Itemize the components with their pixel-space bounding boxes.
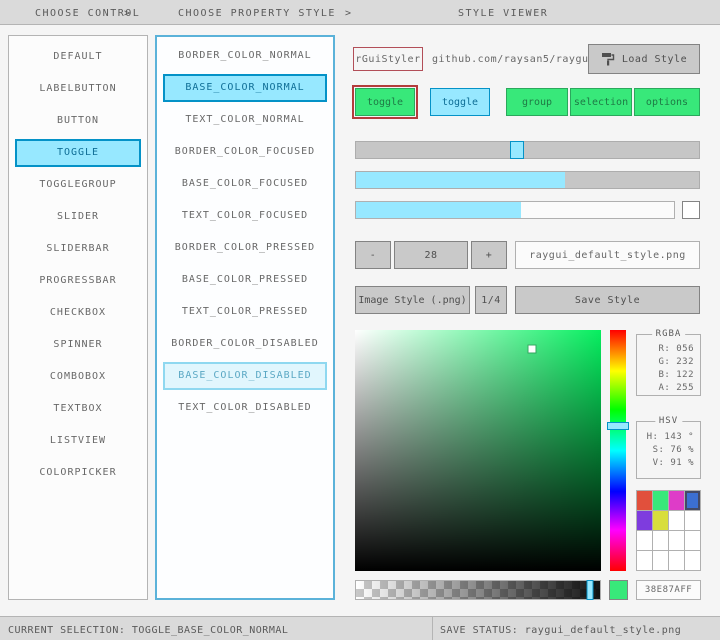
header-bar: CHOOSE CONTROL > CHOOSE PROPERTY STYLE >… xyxy=(0,0,720,25)
color-swatch-selected[interactable] xyxy=(685,491,700,510)
save-style-button[interactable]: Save Style xyxy=(515,286,700,314)
color-swatch[interactable] xyxy=(685,511,700,530)
color-swatch[interactable] xyxy=(685,551,700,570)
toggle-group-item-options[interactable]: options xyxy=(634,88,700,116)
load-style-button[interactable]: Load Style xyxy=(588,44,700,74)
properties-list: BORDER_COLOR_NORMAL BASE_COLOR_NORMAL TE… xyxy=(155,35,335,600)
selected-color-chip xyxy=(609,580,628,600)
color-swatch[interactable] xyxy=(653,531,668,550)
alpha-bar[interactable] xyxy=(355,580,601,600)
property-item-border-color-disabled[interactable]: BORDER_COLOR_DISABLED xyxy=(163,330,327,358)
checkbox-demo[interactable] xyxy=(682,201,700,219)
app-title-label: rGuiStyler xyxy=(353,47,423,71)
control-item-checkbox[interactable]: CHECKBOX xyxy=(15,299,141,327)
color-swatch[interactable] xyxy=(653,511,668,530)
spinner-minus-button[interactable]: - xyxy=(355,241,391,269)
color-swatch[interactable] xyxy=(637,551,652,570)
control-item-button[interactable]: BUTTON xyxy=(15,107,141,135)
toggle-group-item-group[interactable]: group xyxy=(506,88,568,116)
rgba-g-value: G: 232 xyxy=(637,356,700,369)
control-item-sliderbar[interactable]: SLIDERBAR xyxy=(15,235,141,263)
rgba-a-value: A: 255 xyxy=(637,382,700,395)
hsv-groupbox: HSV H: 143 ° S: 76 % V: 91 % xyxy=(636,421,701,479)
rgba-r-value: R: 056 xyxy=(637,343,700,356)
control-item-togglegroup[interactable]: TOGGLEGROUP xyxy=(15,171,141,199)
color-swatch[interactable] xyxy=(653,491,668,510)
progressbar-demo xyxy=(355,201,675,219)
color-swatch[interactable] xyxy=(669,531,684,550)
toggle-demo-edited[interactable]: toggle xyxy=(355,88,415,116)
control-item-spinner[interactable]: SPINNER xyxy=(15,331,141,359)
color-picker-area[interactable] xyxy=(355,330,601,571)
image-style-button[interactable]: Image Style (.png) xyxy=(355,286,470,314)
slider-demo[interactable] xyxy=(355,141,700,159)
control-item-listview[interactable]: LISTVIEW xyxy=(15,427,141,455)
hex-value-input[interactable]: 38E87AFF xyxy=(636,580,701,600)
property-item-text-color-pressed[interactable]: TEXT_COLOR_PRESSED xyxy=(163,298,327,326)
color-swatch[interactable] xyxy=(669,511,684,530)
alpha-handle[interactable] xyxy=(587,580,594,600)
current-selection-status: CURRENT SELECTION: TOGGLE_BASE_COLOR_NOR… xyxy=(8,625,288,636)
control-item-slider[interactable]: SLIDER xyxy=(15,203,141,231)
toggle-group-item-selection[interactable]: selection xyxy=(570,88,632,116)
ratio-button[interactable]: 1/4 xyxy=(475,286,507,314)
chevron-right-icon: > xyxy=(124,8,132,19)
rgba-groupbox: RGBA R: 056 G: 232 B: 122 A: 255 xyxy=(636,334,701,396)
save-status: SAVE STATUS: raygui_default_style.png xyxy=(440,625,681,636)
control-item-textbox[interactable]: TEXTBOX xyxy=(15,395,141,423)
spinner-plus-button[interactable]: + xyxy=(471,241,507,269)
section-title-choose-property: CHOOSE PROPERTY STYLE xyxy=(178,8,336,19)
color-swatch[interactable] xyxy=(637,531,652,550)
color-swatch[interactable] xyxy=(637,491,652,510)
color-swatch[interactable] xyxy=(637,511,652,530)
repo-link[interactable]: github.com/raysan5/raygui xyxy=(432,54,595,65)
control-item-progressbar[interactable]: PROGRESSBAR xyxy=(15,267,141,295)
control-item-default[interactable]: DEFAULT xyxy=(15,43,141,71)
hsv-title: HSV xyxy=(655,416,682,426)
controls-list: DEFAULT LABELBUTTON BUTTON TOGGLE TOGGLE… xyxy=(8,35,148,600)
hsv-v-value: V: 91 % xyxy=(637,457,700,470)
paint-roller-icon xyxy=(601,52,615,66)
property-item-base-color-focused[interactable]: BASE_COLOR_FOCUSED xyxy=(163,170,327,198)
status-divider xyxy=(432,617,433,640)
color-swatch[interactable] xyxy=(653,551,668,570)
hsv-h-value: H: 143 ° xyxy=(637,431,700,444)
toggle-group-item-toggle[interactable]: toggle xyxy=(430,88,490,116)
spinner-value[interactable]: 28 xyxy=(394,241,468,269)
color-swatch[interactable] xyxy=(669,551,684,570)
hue-handle[interactable] xyxy=(607,422,629,430)
property-item-text-color-disabled[interactable]: TEXT_COLOR_DISABLED xyxy=(163,394,327,422)
property-item-base-color-disabled[interactable]: BASE_COLOR_DISABLED xyxy=(163,362,327,390)
control-item-combobox[interactable]: COMBOBOX xyxy=(15,363,141,391)
sliderbar-fill xyxy=(356,172,565,188)
rgba-title: RGBA xyxy=(652,329,686,339)
progressbar-fill xyxy=(356,202,521,218)
color-swatch[interactable] xyxy=(685,531,700,550)
hue-bar[interactable] xyxy=(610,330,626,571)
color-picker-cursor[interactable] xyxy=(529,346,536,353)
property-item-text-color-normal[interactable]: TEXT_COLOR_NORMAL xyxy=(163,106,327,134)
style-filename-input[interactable]: raygui_default_style.png xyxy=(515,241,700,269)
rgba-b-value: B: 122 xyxy=(637,369,700,382)
property-item-base-color-pressed[interactable]: BASE_COLOR_PRESSED xyxy=(163,266,327,294)
control-item-labelbutton[interactable]: LABELBUTTON xyxy=(15,75,141,103)
sliderbar-demo[interactable] xyxy=(355,171,700,189)
property-item-border-color-pressed[interactable]: BORDER_COLOR_PRESSED xyxy=(163,234,327,262)
property-item-base-color-normal[interactable]: BASE_COLOR_NORMAL xyxy=(163,74,327,102)
color-swatch[interactable] xyxy=(669,491,684,510)
chevron-right-icon: > xyxy=(345,8,353,19)
color-swatch-grid xyxy=(636,490,701,571)
section-title-style-viewer: STYLE VIEWER xyxy=(458,8,548,19)
slider-handle[interactable] xyxy=(510,141,524,159)
hsv-s-value: S: 76 % xyxy=(637,444,700,457)
property-item-border-color-focused[interactable]: BORDER_COLOR_FOCUSED xyxy=(163,138,327,166)
property-item-text-color-focused[interactable]: TEXT_COLOR_FOCUSED xyxy=(163,202,327,230)
property-item-border-color-normal[interactable]: BORDER_COLOR_NORMAL xyxy=(163,42,327,70)
load-style-label: Load Style xyxy=(622,54,687,65)
control-item-toggle[interactable]: TOGGLE xyxy=(15,139,141,167)
control-item-colorpicker[interactable]: COLORPICKER xyxy=(15,459,141,487)
status-bar: CURRENT SELECTION: TOGGLE_BASE_COLOR_NOR… xyxy=(0,616,720,640)
